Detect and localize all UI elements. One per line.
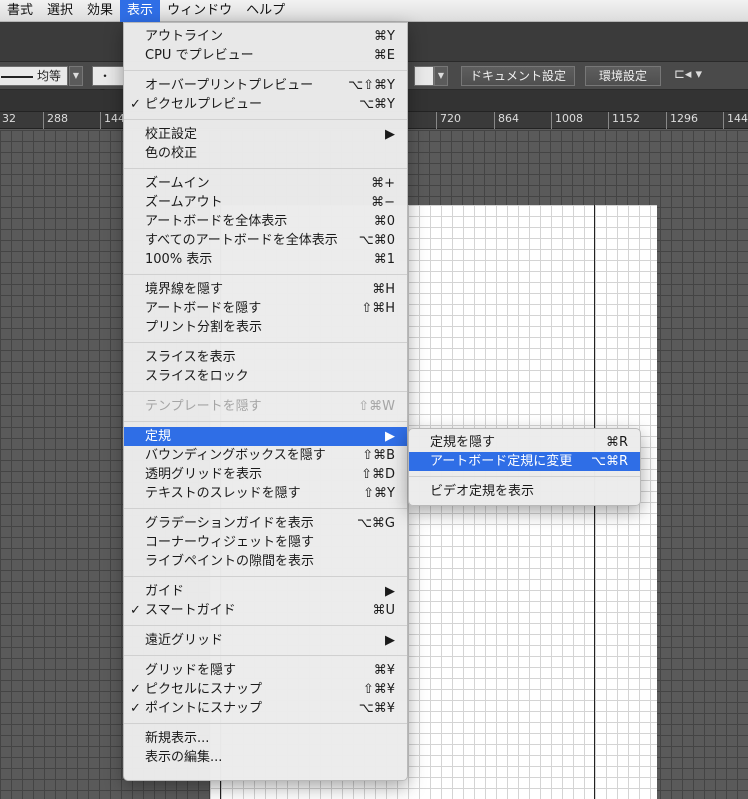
submenu-arrow-icon: ▶: [385, 429, 395, 444]
ruler-tick: 1152: [608, 112, 640, 129]
menu-item-hide-template: テンプレートを隠す ⇧⌘W: [145, 399, 395, 414]
menu-select[interactable]: 選択: [40, 0, 80, 22]
menu-item-hide-text-threads[interactable]: テキストのスレッドを隠す ⇧⌘Y: [124, 484, 407, 503]
ruler-tick: 720: [436, 112, 461, 129]
menu-view[interactable]: 表示: [120, 0, 161, 22]
menu-item-edit-views[interactable]: 表示の編集...: [124, 748, 407, 767]
menu-effect[interactable]: 効果: [80, 0, 120, 22]
menu-item-guides[interactable]: ガイド ▶: [124, 582, 407, 601]
menu-item-show-gradient-annotator[interactable]: グラデーションガイドを表示 ⌥⌘G: [124, 514, 407, 533]
stroke-profile-select[interactable]: 均等: [0, 66, 68, 86]
ruler-tick: 1296: [666, 112, 698, 129]
stroke-profile-dropdown-arrow[interactable]: ▼: [69, 66, 83, 86]
submenu-arrow-icon: ▶: [385, 633, 395, 648]
menu-separator: [124, 655, 407, 656]
ruler-tick: 1008: [551, 112, 583, 129]
submenu-arrow-icon: ▶: [385, 584, 395, 599]
menu-separator: [124, 723, 407, 724]
menu-item-hide-corner-widget[interactable]: コーナーウィジェットを隠す: [124, 533, 407, 552]
menu-item-outline[interactable]: アウトライン ⌘Y: [124, 27, 407, 46]
menu-item-snap-to-point[interactable]: ✓ ポイントにスナップ ⌥⌘¥: [124, 699, 407, 718]
menu-separator: [124, 168, 407, 169]
menu-item-proof-colors[interactable]: 色の校正: [124, 144, 407, 163]
style-swatch[interactable]: [414, 66, 434, 86]
stroke-line-icon: [1, 76, 33, 78]
menu-item-smart-guides[interactable]: ✓ スマートガイド ⌘U: [124, 601, 407, 620]
menu-item-lock-slices[interactable]: スライスをロック: [124, 367, 407, 386]
menu-separator: [409, 476, 640, 477]
menu-bar: 書式 選択 効果 表示 ウィンドウ ヘルプ: [0, 0, 748, 22]
menu-separator: [124, 274, 407, 275]
menu-item-actual-size[interactable]: 100% 表示 ⌘1: [124, 250, 407, 269]
menu-separator: [124, 421, 407, 422]
menu-separator: [124, 625, 407, 626]
checkmark-icon: ✓: [130, 97, 141, 112]
menu-separator: [124, 391, 407, 392]
menu-separator: [124, 576, 407, 577]
menu-item-show-slices[interactable]: スライスを表示: [124, 348, 407, 367]
menu-item-perspective-grid[interactable]: 遠近グリッド ▶: [124, 631, 407, 650]
menu-item-hide-artboards[interactable]: アートボードを隠す ⇧⌘H: [124, 299, 407, 318]
menu-item-new-view[interactable]: 新規表示...: [124, 729, 407, 748]
menu-item-show-transparency-grid[interactable]: 透明グリッドを表示 ⇧⌘D: [124, 465, 407, 484]
ruler-tick: 144: [100, 112, 125, 129]
menu-item-snap-to-pixel[interactable]: ✓ ピクセルにスナップ ⇧⌘¥: [124, 680, 407, 699]
menu-format[interactable]: 書式: [0, 0, 40, 22]
menu-window[interactable]: ウィンドウ: [160, 0, 239, 22]
arrange-icon[interactable]: ⊏◂ ▾: [674, 67, 702, 82]
checkmark-icon: ✓: [130, 701, 141, 716]
stroke-profile-label: 均等: [36, 69, 61, 83]
menu-item-hide-grid[interactable]: グリッドを隠す ⌘¥: [124, 661, 407, 680]
menu-item-hide-rulers[interactable]: 定規を隠す ⌘R: [409, 433, 640, 452]
menu-separator: [124, 119, 407, 120]
checkmark-icon: ✓: [130, 603, 141, 618]
menu-item-cpu-preview[interactable]: CPU でプレビュー ⌘E: [124, 46, 407, 65]
menu-item-show-print-tiling[interactable]: プリント分割を表示: [124, 318, 407, 337]
menu-item-proof-setup[interactable]: 校正設定 ▶: [124, 125, 407, 144]
menu-item-rulers[interactable]: 定規 ▶: [124, 427, 407, 446]
menu-item-overprint-preview[interactable]: オーバープリントプレビュー ⌥⇧⌘Y: [124, 76, 407, 95]
menu-item-show-live-paint-gaps[interactable]: ライブペイントの隙間を表示: [124, 552, 407, 571]
style-dropdown-arrow[interactable]: ▼: [434, 66, 448, 86]
brush-select[interactable]: ・ 3: [92, 66, 124, 101]
view-menu: アウトライン ⌘Y CPU でプレビュー ⌘E オーバープリントプレビュー ⌥⇧⌘Y …: [123, 22, 408, 781]
menu-item-show-video-rulers[interactable]: ビデオ定規を表示: [409, 482, 640, 501]
ruler-tick: 864: [494, 112, 519, 129]
checkmark-icon: ✓: [130, 682, 141, 697]
menu-item-change-to-artboard-rulers[interactable]: アートボード定規に変更 ⌥⌘R: [409, 452, 640, 471]
menu-item-hide-edges[interactable]: 境界線を隠す ⌘H: [124, 280, 407, 299]
menu-separator: [124, 70, 407, 71]
ruler-tick: 144: [723, 112, 748, 129]
menu-separator: [124, 342, 407, 343]
rulers-submenu: 定規を隠す ⌘R アートボード定規に変更 ⌥⌘R ビデオ定規を表示: [408, 428, 641, 506]
document-settings-button[interactable]: ドキュメント設定: [461, 66, 575, 86]
menu-item-fit-artboard[interactable]: アートボードを全体表示 ⌘0: [124, 212, 407, 231]
menu-item-pixel-preview[interactable]: ✓ ピクセルプレビュー ⌥⌘Y: [124, 95, 407, 114]
menu-item-hide-bounding-box[interactable]: バウンディングボックスを隠す ⇧⌘B: [124, 446, 407, 465]
preferences-button[interactable]: 環境設定: [585, 66, 661, 86]
menu-item-fit-all[interactable]: すべてのアートボードを全体表示 ⌥⌘0: [124, 231, 407, 250]
menu-separator: [124, 508, 407, 509]
ruler-tick: 288: [43, 112, 68, 129]
menu-item-zoom-in[interactable]: ズームイン ⌘+: [124, 174, 407, 193]
submenu-arrow-icon: ▶: [385, 127, 395, 142]
ruler-tick: 32: [0, 112, 16, 129]
menu-item-zoom-out[interactable]: ズームアウト ⌘−: [124, 193, 407, 212]
menu-help[interactable]: ヘルプ: [239, 0, 292, 22]
